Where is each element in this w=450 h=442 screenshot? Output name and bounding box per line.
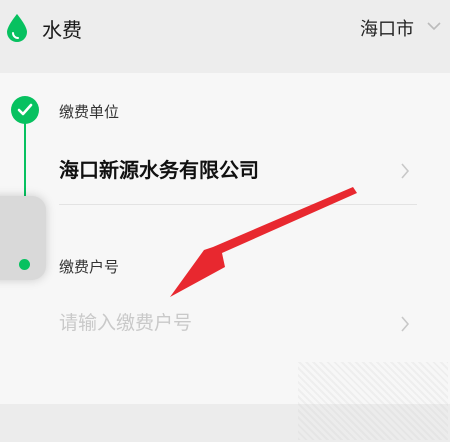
watermark (298, 362, 448, 440)
account-label: 缴费户号 (59, 258, 120, 276)
step-complete-check-icon (11, 96, 39, 124)
chevron-right-icon[interactable] (400, 315, 410, 333)
chevron-down-icon[interactable] (426, 20, 442, 32)
city-selector[interactable]: 海口市 (360, 15, 414, 41)
chevron-right-icon[interactable] (400, 162, 410, 180)
red-arrow-annotation (170, 187, 357, 297)
account-number-input[interactable] (59, 308, 379, 338)
step-current-dot (19, 259, 30, 270)
unit-value[interactable]: 海口新源水务有限公司 (59, 154, 259, 183)
page-title: 水费 (42, 18, 82, 42)
header: 水费 海口市 (0, 0, 450, 62)
water-drop-icon (7, 14, 27, 42)
unit-label: 缴费单位 (59, 103, 120, 121)
